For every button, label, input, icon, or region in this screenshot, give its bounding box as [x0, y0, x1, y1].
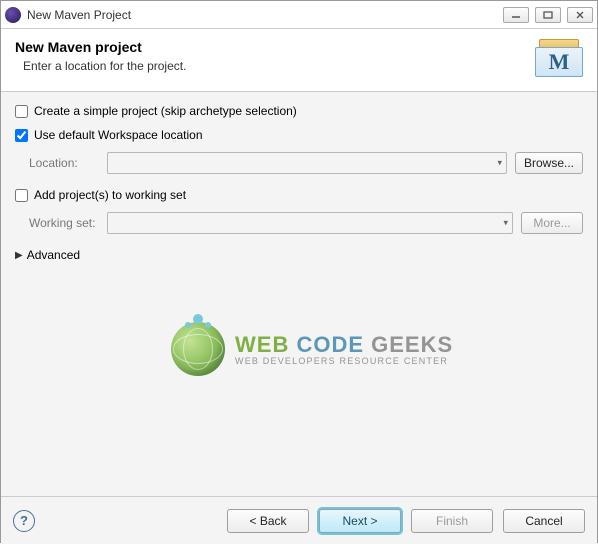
titlebar: New Maven Project [1, 1, 597, 29]
browse-button[interactable]: Browse... [515, 152, 583, 174]
advanced-label: Advanced [27, 248, 80, 262]
location-label: Location: [29, 156, 99, 170]
help-button[interactable]: ? [13, 510, 35, 532]
maven-icon: M [535, 39, 583, 79]
chevron-down-icon: ▾ [503, 218, 508, 229]
working-set-label: Working set: [29, 216, 99, 230]
watermark-brand: WEB CODE GEEKS [235, 332, 453, 358]
location-combo[interactable]: ▾ [107, 152, 507, 174]
maven-icon-letter: M [535, 47, 583, 77]
wizard-header: New Maven project Enter a location for t… [1, 29, 597, 92]
page-title: New Maven project [15, 39, 186, 55]
watermark-tagline: WEB DEVELOPERS RESOURCE CENTER [235, 356, 453, 366]
window-title: New Maven Project [27, 8, 503, 22]
simple-project-checkbox[interactable] [15, 105, 28, 118]
default-workspace-label: Use default Workspace location [34, 128, 203, 142]
close-button[interactable] [567, 7, 593, 23]
working-set-check-label: Add project(s) to working set [34, 188, 186, 202]
simple-project-checkbox-row[interactable]: Create a simple project (skip archetype … [15, 104, 583, 118]
default-workspace-checkbox-row[interactable]: Use default Workspace location [15, 128, 583, 142]
chevron-down-icon: ▾ [497, 158, 502, 169]
working-set-checkbox-row[interactable]: Add project(s) to working set [15, 188, 583, 202]
next-button[interactable]: Next > [319, 509, 401, 533]
wizard-footer: ? < Back Next > Finish Cancel [1, 496, 597, 544]
simple-project-label: Create a simple project (skip archetype … [34, 104, 297, 118]
working-set-combo[interactable]: ▾ [107, 212, 513, 234]
working-set-row: Working set: ▾ More... [29, 212, 583, 234]
cancel-button[interactable]: Cancel [503, 509, 585, 533]
header-text: New Maven project Enter a location for t… [15, 39, 186, 73]
eclipse-icon [5, 7, 21, 23]
more-button[interactable]: More... [521, 212, 583, 234]
wizard-body: Create a simple project (skip archetype … [1, 92, 597, 496]
maximize-button[interactable] [535, 7, 561, 23]
finish-button[interactable]: Finish [411, 509, 493, 533]
triangle-right-icon: ▶ [15, 250, 23, 261]
watermark: WEB CODE GEEKS WEB DEVELOPERS RESOURCE C… [171, 322, 453, 376]
default-workspace-checkbox[interactable] [15, 129, 28, 142]
window-controls [503, 7, 593, 23]
back-button[interactable]: < Back [227, 509, 309, 533]
advanced-toggle[interactable]: ▶ Advanced [15, 248, 583, 262]
working-set-checkbox[interactable] [15, 189, 28, 202]
location-row: Location: ▾ Browse... [29, 152, 583, 174]
globe-icon [171, 322, 225, 376]
minimize-button[interactable] [503, 7, 529, 23]
page-subtitle: Enter a location for the project. [23, 59, 186, 73]
